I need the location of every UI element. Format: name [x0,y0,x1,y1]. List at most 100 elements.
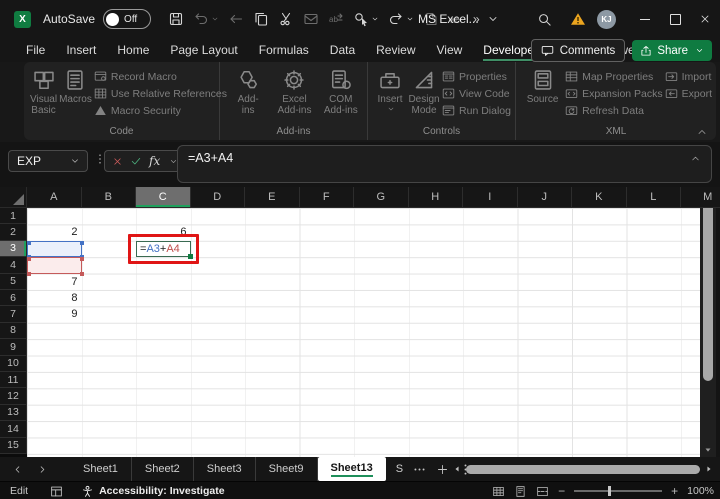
visual-basic-button[interactable]: Visual Basic [30,67,57,116]
sheet-tab-sheet13[interactable]: Sheet13 [317,457,386,481]
tab-page-layout[interactable]: Page Layout [170,40,237,61]
zoom-in-button[interactable]: + [671,484,678,498]
collapse-ribbon-button[interactable] [696,126,708,138]
tab-formulas[interactable]: Formulas [259,40,309,61]
com-add-ins-button[interactable]: COM Add-ins [319,67,363,116]
import-button[interactable]: Import [665,69,712,84]
column-header-m[interactable]: M [681,187,720,208]
next-sheet-icon[interactable] [37,464,48,475]
sheet-tab-partial[interactable]: S [386,457,409,481]
share-button[interactable]: Share [632,40,712,61]
row-header-15[interactable]: 15 [0,437,27,454]
scroll-left-icon[interactable] [452,464,462,474]
zoom-level[interactable]: 100% [687,485,714,497]
search-icon[interactable] [534,7,555,31]
export-button[interactable]: Export [665,86,712,101]
source-button[interactable]: Source [522,67,563,105]
page-layout-view-icon[interactable] [514,485,527,498]
scroll-right-icon[interactable] [704,464,714,474]
warning-icon[interactable] [567,7,589,31]
column-header-f[interactable]: F [299,187,354,208]
row-header-9[interactable]: 9 [0,339,27,356]
scroll-down-icon[interactable] [700,443,716,457]
cut-icon[interactable] [275,7,297,31]
document-title[interactable]: MS Excel... [418,0,499,38]
page-break-view-icon[interactable] [536,485,549,498]
row-header-10[interactable]: 10 [0,355,27,372]
maximize-button[interactable] [660,0,690,38]
macros-button[interactable]: Macros [59,67,92,105]
row-header-13[interactable]: 13 [0,404,27,422]
column-header-b[interactable]: B [81,187,136,208]
tab-data[interactable]: Data [330,40,355,61]
column-header-e[interactable]: E [245,187,300,208]
add-ins-button[interactable]: Add- ins [226,67,270,116]
accessibility-checker[interactable]: Accessibility: Investigate [81,485,225,498]
paste-picture-icon[interactable] [300,7,322,31]
more-sheets-icon[interactable] [413,463,426,476]
replace-icon[interactable]: ab [325,7,347,31]
formula-bar-input[interactable]: =A3+A4 [177,145,712,183]
column-header-j[interactable]: J [517,187,572,208]
macro-record-icon[interactable] [50,485,63,498]
zoom-slider-handle[interactable] [607,486,611,496]
horizontal-scrollbar-thumb[interactable] [466,464,700,474]
touch-mode-icon[interactable] [350,7,382,31]
column-header-i[interactable]: I [463,187,518,208]
enter-icon[interactable] [130,155,142,167]
row-header-11[interactable]: 11 [0,372,27,389]
column-header-h[interactable]: H [408,187,463,208]
sheet-tab-sheet9[interactable]: Sheet9 [256,457,318,481]
tab-view[interactable]: View [437,40,463,61]
column-header-k[interactable]: K [572,187,627,208]
row-header-8[interactable]: 8 [0,322,27,340]
row-header-4[interactable]: 4 [0,257,27,274]
column-header-g[interactable]: G [354,187,409,208]
sheet-tab-sheet2[interactable]: Sheet2 [132,457,194,481]
minimize-button[interactable] [630,0,660,38]
normal-view-icon[interactable] [492,485,505,498]
avatar[interactable]: KJ [597,9,616,29]
tab-file[interactable]: File [26,40,45,61]
save-icon[interactable] [165,7,187,31]
sheet-tab-sheet1[interactable]: Sheet1 [70,457,132,481]
column-header-l[interactable]: L [626,187,681,208]
undo-icon[interactable] [190,7,222,31]
cells-area[interactable]: 2457896=A3+A4 [27,208,700,457]
tab-home[interactable]: Home [117,40,149,61]
row-header-1[interactable]: 1 [0,208,27,225]
autosave-toggle[interactable]: Off [103,9,152,29]
new-sheet-icon[interactable] [436,463,449,476]
tab-review[interactable]: Review [376,40,415,61]
insert-button[interactable]: Insert [374,67,406,113]
row-header-7[interactable]: 7 [0,306,27,323]
tab-insert[interactable]: Insert [66,40,96,61]
record-macro-button[interactable]: Record Macro [94,69,227,84]
collapse-formula-bar-button[interactable] [690,153,701,164]
properties-button[interactable]: Properties [442,69,511,84]
zoom-out-button[interactable]: − [558,484,565,498]
column-header-d[interactable]: D [190,187,245,208]
row-header-2[interactable]: 2 [0,224,27,241]
use-relative-references-button[interactable]: Use Relative References [94,86,227,101]
row-header-6[interactable]: 6 [0,290,27,307]
row-header-12[interactable]: 12 [0,388,27,405]
excel-logo-icon[interactable]: X [14,10,31,28]
copy-icon[interactable] [250,7,272,31]
close-button[interactable] [690,0,720,38]
cell-a5[interactable]: 7 [27,274,82,290]
redo-icon[interactable] [385,7,417,31]
excel-add-ins-button[interactable]: Excel Add-ins [272,67,316,116]
cell-a7[interactable]: 9 [27,306,82,322]
comments-button[interactable]: Comments [530,39,626,62]
column-header-c[interactable]: C [136,187,191,208]
cell-a6[interactable]: 8 [27,290,82,306]
select-all-corner[interactable] [0,187,27,208]
cell-a2[interactable]: 2 [27,224,82,240]
design-mode-button[interactable]: Design Mode [408,67,440,116]
expansion-packs-button[interactable]: Expansion Packs [565,86,663,101]
cancel-icon[interactable] [112,156,123,167]
column-header-a[interactable]: A [27,187,82,208]
view-code-button[interactable]: View Code [442,86,511,101]
zoom-slider[interactable] [574,486,663,496]
